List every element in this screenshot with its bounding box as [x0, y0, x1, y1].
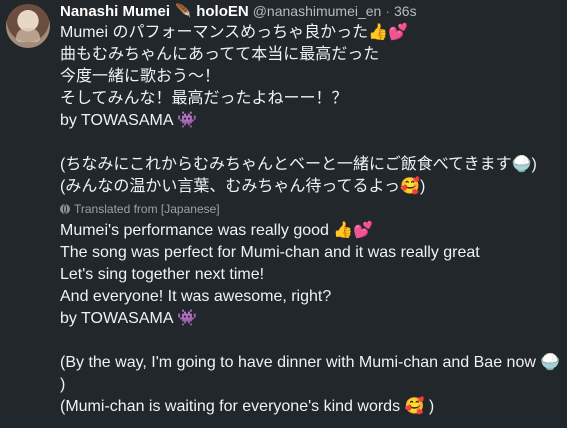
original-line: (ちなみにこれからむみちゃんとベーと一緒にご飯食べてきます🍚) [60, 156, 537, 173]
translated-text: Mumei's performance was really good 👍💕 T… [60, 220, 560, 418]
avatar[interactable] [6, 4, 50, 48]
translated-line: Let's sing together next time! [60, 266, 265, 283]
tweet-header: Nanashi Mumei 🪶 holoEN @nanashimumei_en … [60, 1, 417, 21]
author-handle[interactable]: @nanashimumei_en [253, 3, 382, 19]
tweet: Nanashi Mumei 🪶 holoEN @nanashimumei_en … [0, 0, 567, 428]
original-line: 今度一緒に歌おう～！ [60, 68, 221, 85]
translated-line: The song was perfect for Mumi-chan and i… [60, 244, 480, 261]
translated-line: (Mumi-chan is waiting for everyone's kin… [60, 398, 435, 415]
feather-icon: 🪶 [175, 3, 192, 18]
translated-line: by TOWASAMA 👾 [60, 310, 197, 327]
globe-icon [60, 204, 70, 214]
tweet-body: Mumei のパフォーマンスめっちゃ良かった👍💕 曲もむみちゃんにあってて本当に… [60, 22, 560, 418]
translated-line: ) [60, 376, 66, 393]
original-line: そしてみんな！最高だったよねーー！？ [60, 90, 348, 107]
author-name[interactable]: Nanashi Mumei [60, 3, 170, 20]
original-line: Mumei のパフォーマンスめっちゃ良かった👍💕 [60, 24, 408, 41]
translated-line: (By the way, I'm going to have dinner wi… [60, 354, 561, 371]
translation-label[interactable]: Translated from [Japanese] [60, 198, 560, 220]
original-line: (みんなの温かい言葉、むみちゃん待ってるよっ🥰) [60, 178, 426, 195]
original-line: 曲もむみちゃんにあってて本当に最高だった [60, 46, 380, 63]
original-line: by TOWASAMA 👾 [60, 112, 197, 129]
timestamp[interactable]: 36s [394, 3, 417, 19]
author-affiliation: holoEN [196, 2, 249, 20]
separator: · [385, 3, 391, 19]
translated-line: Mumei's performance was really good 👍💕 [60, 222, 374, 239]
translated-line: And everyone! It was awesome, right? [60, 288, 332, 305]
translation-label-text: Translated from [Japanese] [74, 202, 220, 216]
